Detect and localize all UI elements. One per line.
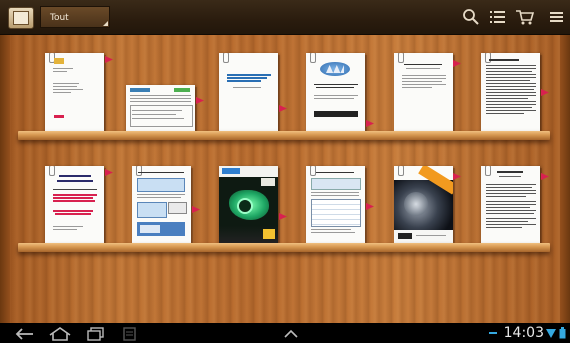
battery-icon bbox=[559, 327, 566, 343]
bookmark-tab bbox=[541, 173, 549, 180]
bookmark-tab bbox=[453, 173, 461, 180]
book-cover[interactable] bbox=[219, 166, 278, 243]
bookmark-tab bbox=[541, 89, 549, 96]
recent-apps-icon[interactable] bbox=[86, 326, 106, 341]
bookmark-tab bbox=[105, 169, 113, 176]
screenshot-icon[interactable] bbox=[122, 326, 138, 341]
bookshelf-icon[interactable] bbox=[8, 7, 34, 29]
list-view-icon[interactable] bbox=[487, 6, 511, 28]
book-cover[interactable] bbox=[45, 166, 104, 243]
search-icon[interactable] bbox=[460, 6, 484, 28]
bookmark-tab bbox=[453, 60, 461, 67]
book-cover[interactable] bbox=[394, 166, 453, 243]
shelf-side-left bbox=[0, 35, 10, 323]
overflow-menu-icon[interactable] bbox=[546, 6, 570, 28]
bookmark-tab bbox=[105, 56, 113, 63]
book-cover[interactable] bbox=[132, 166, 191, 243]
bookmark-tab bbox=[366, 120, 374, 127]
back-icon[interactable] bbox=[14, 326, 36, 340]
filter-dropdown[interactable]: Tout bbox=[40, 6, 110, 28]
book-cover[interactable] bbox=[306, 53, 365, 131]
book-cover[interactable] bbox=[45, 53, 104, 131]
bookshelf-app: Tout 14:03 bbox=[0, 0, 570, 343]
bookmark-tab bbox=[366, 203, 374, 210]
bookmark-tab bbox=[192, 206, 200, 213]
bookmark-tab bbox=[196, 97, 204, 104]
action-bar: Tout bbox=[0, 0, 570, 35]
shopping-cart-icon[interactable] bbox=[514, 6, 538, 28]
clock: 14:03 bbox=[503, 325, 544, 341]
bookmark-tab bbox=[279, 105, 287, 112]
shelf-board bbox=[18, 131, 550, 140]
filter-label: Tout bbox=[50, 13, 69, 23]
book-cover[interactable] bbox=[306, 166, 365, 243]
book-cover[interactable] bbox=[219, 53, 278, 131]
dropdown-corner-icon bbox=[103, 21, 108, 26]
system-nav-bar: 14:03 bbox=[0, 323, 570, 343]
chevron-up-icon[interactable] bbox=[282, 326, 300, 340]
wifi-icon bbox=[546, 327, 556, 343]
book-cover[interactable] bbox=[394, 53, 453, 131]
shelf-board bbox=[18, 243, 550, 252]
home-icon[interactable] bbox=[48, 326, 72, 341]
book-cover[interactable] bbox=[481, 53, 540, 131]
bookshelf bbox=[0, 35, 570, 323]
book-cover[interactable] bbox=[126, 85, 195, 131]
notification-indicator bbox=[489, 332, 497, 334]
bookmark-tab bbox=[279, 213, 287, 220]
book-cover[interactable] bbox=[481, 166, 540, 243]
shelf-side-right bbox=[560, 35, 570, 323]
